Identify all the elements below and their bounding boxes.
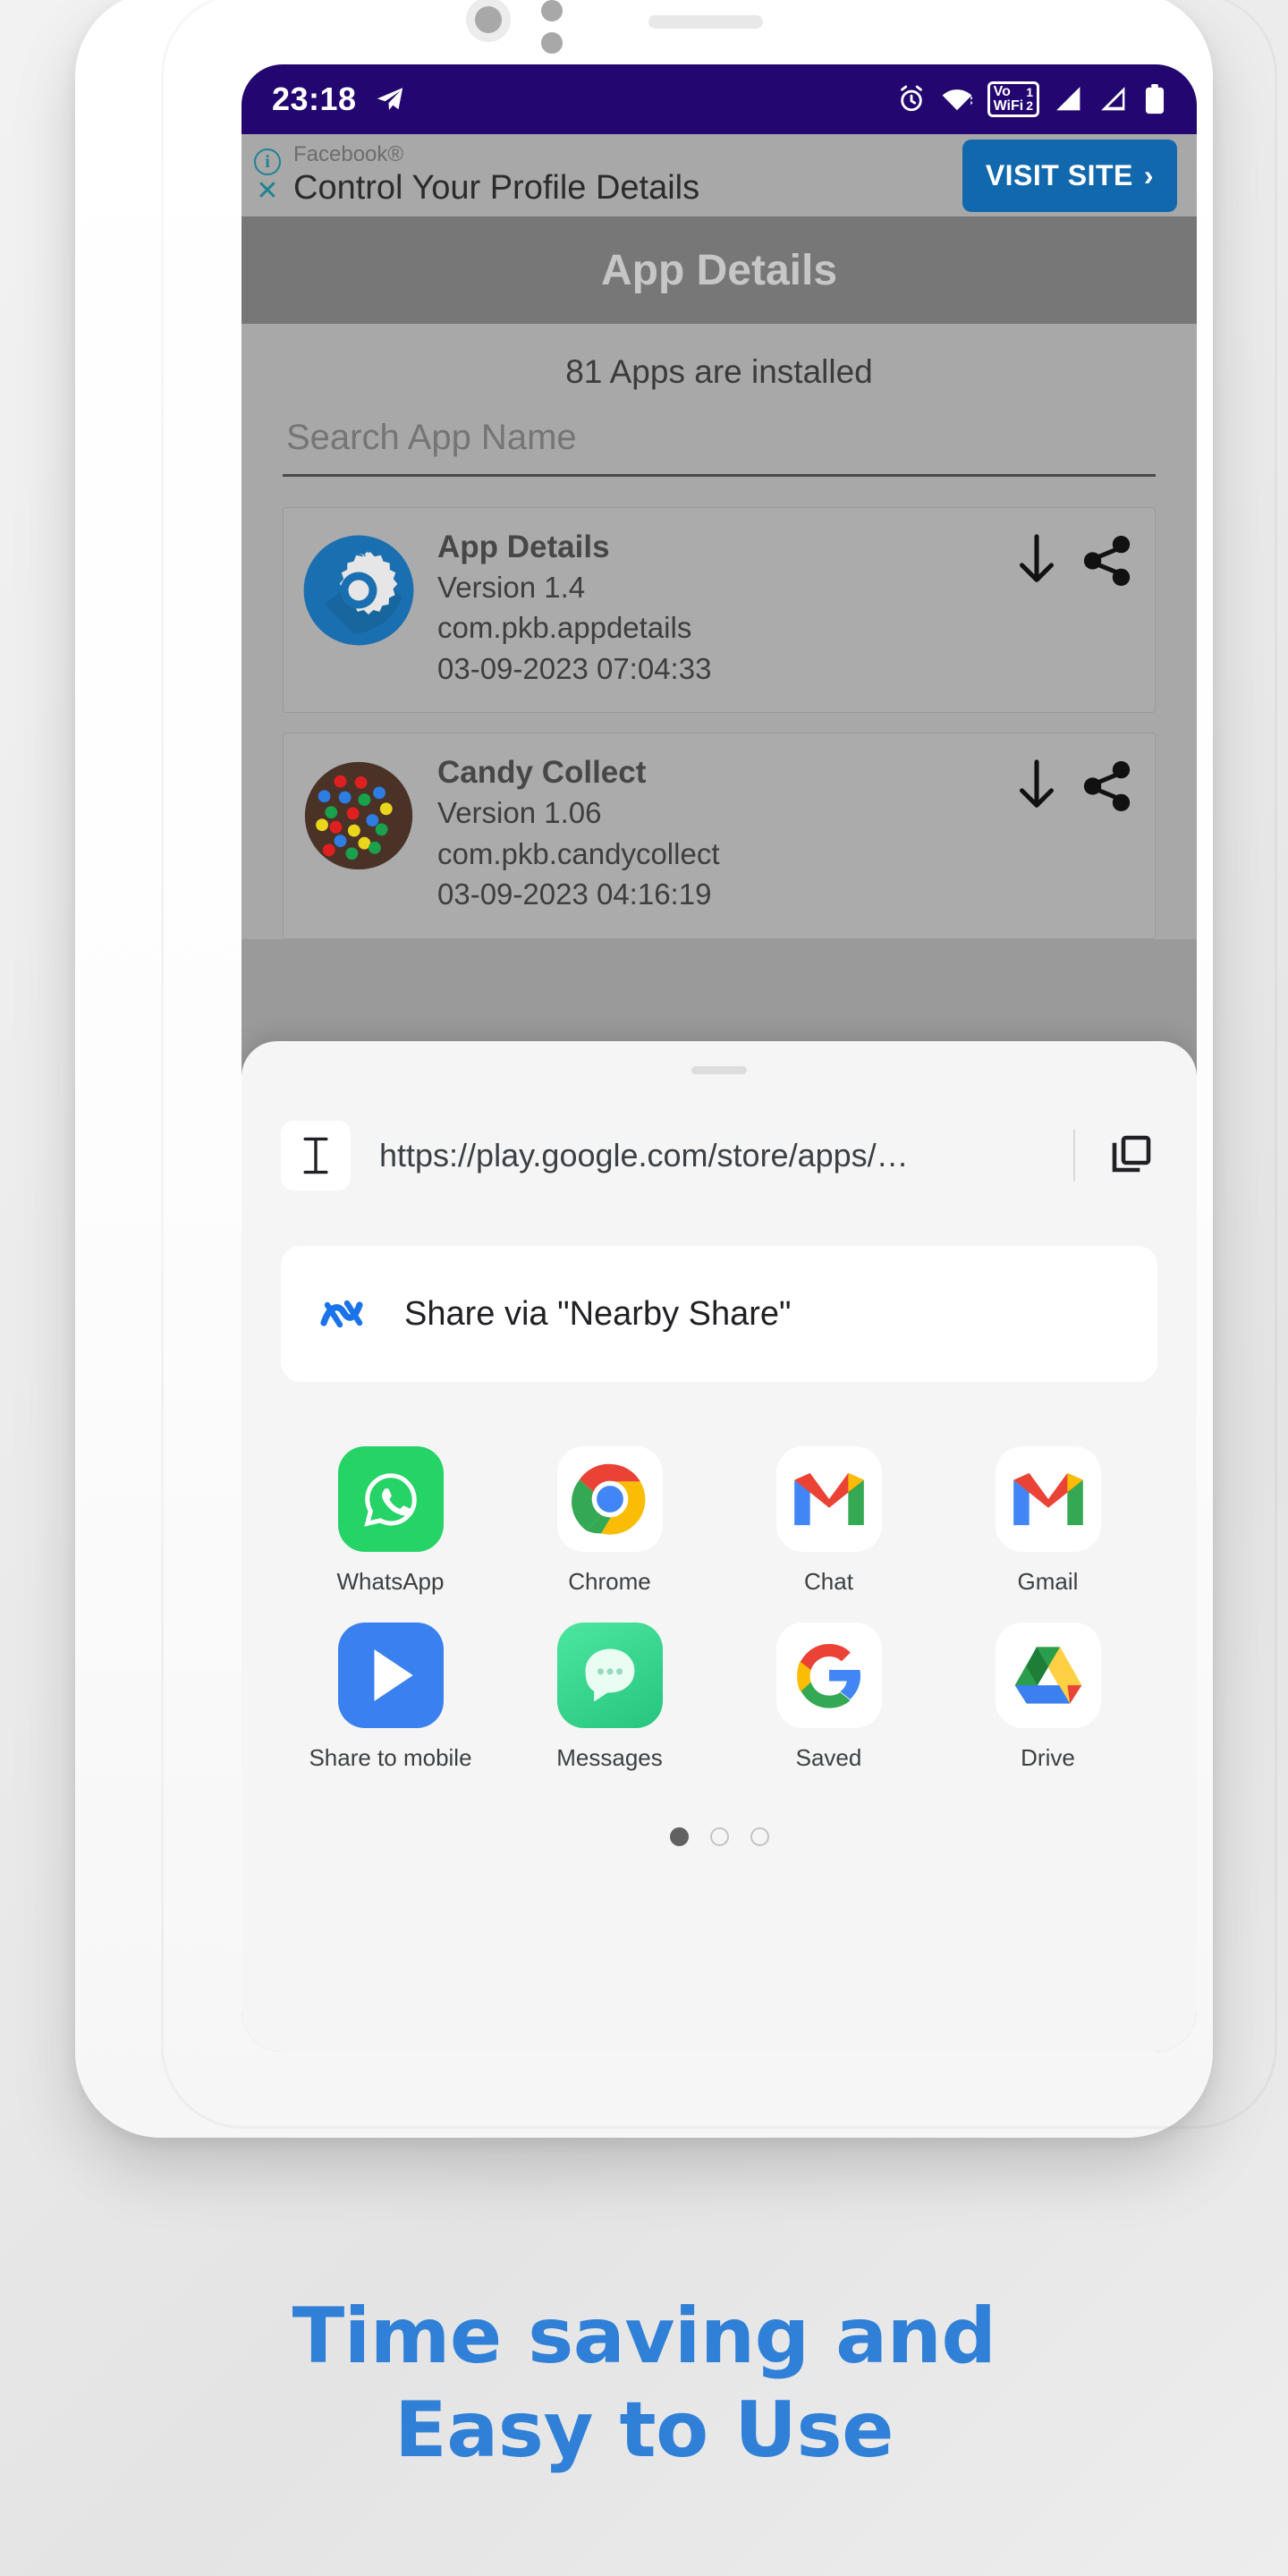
gear-app-icon bbox=[303, 535, 414, 646]
share-target-label: Chat bbox=[804, 1568, 853, 1595]
app-timestamp: 03-09-2023 07:04:33 bbox=[437, 651, 712, 685]
share-target-label: Gmail bbox=[1017, 1568, 1079, 1595]
share-target-label: Share to mobile bbox=[309, 1744, 472, 1771]
share-target-whatsapp[interactable]: WhatsApp bbox=[281, 1446, 500, 1596]
app-bar: App Details bbox=[242, 216, 1197, 324]
download-arrow-icon[interactable] bbox=[1012, 533, 1062, 589]
share-target-gmail[interactable]: Gmail bbox=[938, 1446, 1157, 1596]
signal-bars-icon bbox=[1101, 87, 1125, 111]
share-target-grid: WhatsApp Chrome Chat Gmail Share to mobi… bbox=[281, 1446, 1157, 1772]
front-camera-icon bbox=[466, 0, 511, 42]
share-target-chrome[interactable]: Chrome bbox=[500, 1446, 719, 1596]
google-chat-icon bbox=[775, 1446, 882, 1552]
share-target-saved[interactable]: Saved bbox=[719, 1623, 938, 1772]
status-icons: Vo WiFi 1 2 bbox=[896, 81, 1166, 117]
ad-banner[interactable]: i ✕ Facebook® Control Your Profile Detai… bbox=[242, 134, 1197, 216]
sensor-dot-icon bbox=[541, 0, 563, 21]
app-package: com.pkb.candycollect bbox=[437, 836, 720, 870]
app-version: Version 1.06 bbox=[437, 796, 602, 830]
share-target-messages[interactable]: Messages bbox=[500, 1623, 719, 1772]
share-target-drive[interactable]: Drive bbox=[938, 1623, 1157, 1772]
sim1-label: 1 bbox=[1026, 85, 1033, 100]
phone-screen: 23:18 Vo WiFi 1 2 i ✕ Facebook® Control … bbox=[242, 64, 1197, 2052]
search-container bbox=[242, 418, 1197, 477]
page-dot-2[interactable] bbox=[709, 1827, 729, 1846]
share-target-label: Saved bbox=[795, 1744, 862, 1771]
vowifi-wifi-label: WiFi bbox=[993, 98, 1024, 114]
whatsapp-icon bbox=[337, 1446, 444, 1552]
page-dot-3[interactable] bbox=[750, 1827, 769, 1846]
status-bar: 23:18 Vo WiFi 1 2 bbox=[242, 64, 1197, 134]
share-target-label: WhatsApp bbox=[336, 1568, 445, 1595]
divider bbox=[1073, 1130, 1075, 1182]
nearby-share-row[interactable]: Share via "Nearby Share" bbox=[281, 1246, 1157, 1382]
share-url-row: https://play.google.com/store/apps/… bbox=[242, 1074, 1197, 1191]
ad-brand: Facebook® bbox=[293, 142, 404, 167]
download-arrow-icon[interactable] bbox=[1012, 758, 1062, 814]
nearby-share-label: Share via "Nearby Share" bbox=[404, 1294, 792, 1333]
share-icon[interactable] bbox=[1081, 533, 1133, 589]
tagline-line-2: Easy to Use bbox=[394, 2385, 894, 2475]
phone-frame: 23:18 Vo WiFi 1 2 i ✕ Facebook® Control … bbox=[75, 0, 1213, 2138]
telegram-icon bbox=[377, 88, 402, 111]
chrome-icon bbox=[556, 1446, 663, 1552]
share-target-share-to-mobile[interactable]: Share to mobile bbox=[281, 1623, 500, 1772]
app-version: Version 1.4 bbox=[437, 570, 586, 604]
messages-icon bbox=[556, 1623, 663, 1728]
sim2-label: 2 bbox=[1026, 98, 1033, 113]
tagline-line-1: Time saving and bbox=[292, 2292, 996, 2381]
visit-site-label: VISIT SITE bbox=[985, 158, 1133, 191]
google-drive-icon bbox=[995, 1623, 1101, 1728]
ad-close-icon[interactable]: ✕ bbox=[256, 178, 278, 205]
app-meta: App Details Version 1.4 com.pkb.appdetai… bbox=[437, 528, 990, 689]
page-title: App Details bbox=[600, 246, 838, 294]
gmail-icon bbox=[995, 1446, 1101, 1552]
sensor-dot-icon bbox=[541, 32, 563, 54]
drag-handle[interactable] bbox=[691, 1066, 747, 1074]
status-time: 23:18 bbox=[272, 80, 357, 117]
text-cursor-icon bbox=[281, 1121, 351, 1191]
alarm-icon bbox=[900, 85, 922, 112]
app-timestamp: 03-09-2023 04:16:19 bbox=[437, 877, 712, 911]
signal-bars-icon bbox=[1056, 87, 1080, 111]
wifi-icon bbox=[942, 89, 973, 111]
share-url-text[interactable]: https://play.google.com/store/apps/… bbox=[379, 1137, 1045, 1174]
share-target-chat[interactable]: Chat bbox=[719, 1446, 938, 1596]
main-content: 81 Apps are installed App Details bbox=[242, 324, 1197, 939]
share-target-label: Chrome bbox=[568, 1568, 651, 1595]
app-list: App Details Version 1.4 com.pkb.appdetai… bbox=[242, 477, 1197, 939]
search-input[interactable] bbox=[283, 418, 1156, 477]
page-dot-1[interactable] bbox=[669, 1827, 689, 1846]
share-target-label: Drive bbox=[1021, 1744, 1075, 1771]
nearby-share-icon bbox=[320, 1300, 363, 1328]
vowifi-vo-label: Vo bbox=[993, 84, 1011, 99]
ad-headline: Control Your Profile Details bbox=[293, 168, 700, 207]
list-item[interactable]: App Details Version 1.4 com.pkb.appdetai… bbox=[283, 507, 1156, 714]
app-meta: Candy Collect Version 1.06 com.pkb.candy… bbox=[437, 753, 990, 914]
page-indicator bbox=[242, 1827, 1197, 1846]
app-actions bbox=[1012, 753, 1133, 814]
installed-count-label: 81 Apps are installed bbox=[565, 353, 873, 390]
copy-icon[interactable] bbox=[1104, 1129, 1157, 1182]
app-package: com.pkb.appdetails bbox=[437, 611, 692, 645]
list-item[interactable]: Candy Collect Version 1.06 com.pkb.candy… bbox=[283, 733, 1156, 939]
earpiece-speaker bbox=[648, 15, 763, 29]
ad-info-icon[interactable]: i bbox=[254, 148, 281, 175]
share-target-label: Messages bbox=[556, 1744, 663, 1771]
app-name: App Details bbox=[437, 530, 610, 564]
visit-site-button[interactable]: VISIT SITE › bbox=[962, 139, 1177, 212]
candy-app-icon bbox=[304, 762, 413, 870]
share-icon[interactable] bbox=[1081, 758, 1133, 814]
battery-icon bbox=[1145, 84, 1165, 114]
share-sheet: https://play.google.com/store/apps/… Sha… bbox=[242, 1041, 1197, 2052]
chevron-right-icon: › bbox=[1143, 158, 1154, 191]
ad-text-block: Facebook® Control Your Profile Details bbox=[293, 142, 950, 207]
app-name: Candy Collect bbox=[437, 755, 647, 791]
google-saved-icon bbox=[775, 1623, 882, 1728]
promo-tagline: Time saving and Easy to Use bbox=[0, 2290, 1288, 2478]
app-actions bbox=[1012, 528, 1133, 589]
share-to-mobile-icon bbox=[337, 1623, 444, 1728]
vowifi-indicator: Vo WiFi 1 2 bbox=[987, 81, 1039, 117]
ad-marks: i ✕ bbox=[254, 148, 281, 205]
